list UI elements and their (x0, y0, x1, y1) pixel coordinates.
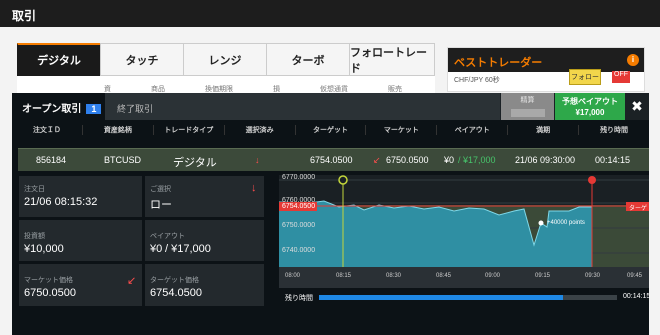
row-expiry: 21/06 09:30:00 (515, 155, 576, 165)
col-market: マーケット (366, 125, 438, 135)
col-expiry: 満期 (508, 125, 580, 135)
x-tick: 09:15 (535, 273, 551, 279)
investment-label: 投資額 (24, 233, 45, 240)
row-asset: BTCUSD (104, 155, 142, 165)
price-chart-svg (279, 175, 649, 288)
choice-value: ロー (150, 199, 172, 211)
remaining-label: 残り時間 (285, 295, 313, 302)
info-icon[interactable]: i (627, 54, 639, 66)
progress-track (319, 295, 617, 300)
overlay-header: オープン取引 1 終了取引 精算 予想ペイアウト ¥17,000 ✖ (12, 93, 649, 120)
best-trader-panel: ベストトレーダー i CHF/JPY 60秒 フォロー OFF (447, 47, 645, 92)
row-target: 6754.0500 (310, 155, 353, 165)
page-title: 取引 (0, 0, 660, 27)
table-header: 注文ＩＤ 資産銘柄 トレードタイプ 選択済み ターゲット マーケット ペイアウト… (12, 121, 649, 139)
col-selected: 選択済み (225, 125, 296, 135)
row-payout-now: ¥0 (444, 155, 455, 165)
order-date-value: 21/06 08:15:32 (24, 196, 98, 208)
x-tick: 08:45 (436, 273, 452, 279)
y-tick: 6740.0000 (282, 247, 316, 254)
investment-value: ¥10,000 (24, 243, 64, 255)
target-price-box: ターゲット価格 6754.0500 (144, 263, 265, 307)
tab-turbo[interactable]: ターボ (266, 43, 350, 76)
tab-range[interactable]: レンジ (183, 43, 267, 76)
open-count-badge: 1 (86, 104, 102, 114)
y-tick: 6770.0000 (282, 174, 316, 181)
tab-follow-trade[interactable]: フォロートレード (349, 43, 435, 76)
down-arrow-icon: ↓ (251, 182, 257, 194)
table-row[interactable]: 856184 BTCUSD デジタル ↓ 6754.0500 ↙ 6750.05… (18, 148, 649, 171)
market-price-value: 6750.0500 (24, 287, 76, 299)
open-trades-label: オープン取引 (22, 104, 82, 115)
payout-value: ¥17,000 (575, 108, 605, 117)
sell-label: 精算 (520, 97, 535, 104)
investment-box: 投資額 ¥10,000 (18, 219, 143, 262)
price-chart[interactable]: 6770.0000 6760.0000 6754.0500 6750.0000 … (279, 174, 649, 288)
y-tick: 6750.0000 (282, 222, 316, 229)
tab-digital[interactable]: デジタル (17, 43, 101, 76)
entry-marker-icon (338, 175, 348, 185)
market-price-label: マーケット価格 (24, 277, 73, 284)
point-label: +40000 points (547, 220, 585, 226)
y-tick-target: 6754.0500 (282, 203, 316, 210)
col-remaining: 残り時間 (600, 127, 629, 134)
x-tick: 08:00 (285, 273, 301, 279)
best-trader-header: ベストトレーダー i (448, 48, 644, 72)
down-left-arrow-icon: ↙ (373, 155, 381, 165)
row-order-id: 856184 (36, 155, 67, 165)
choice-label: ご選択 (150, 186, 171, 193)
col-payout: ペイアウト (437, 125, 509, 135)
payout-box: ペイアウト ¥0 / ¥17,000 (144, 219, 265, 262)
progress-fill (319, 295, 564, 300)
order-date-label: 注文日 (24, 186, 45, 193)
row-market: 6750.0500 (386, 155, 429, 165)
row-payout-max: / ¥17,000 (458, 155, 496, 165)
trade-type-tabs: デジタル タッチ レンジ ターボ フォロートレード (17, 43, 435, 76)
payout-detail-now: ¥0 (150, 243, 163, 255)
order-date-box: 注文日 21/06 08:15:32 (18, 175, 143, 218)
tab-open-trades[interactable]: オープン取引 1 (12, 93, 105, 120)
current-point (538, 220, 544, 226)
x-tick: 09:45 (627, 273, 643, 279)
bell-off-icon[interactable]: OFF (612, 71, 630, 83)
col-target: ターゲット (296, 125, 367, 135)
best-trader-title: ベストトレーダー (454, 57, 543, 69)
trades-overlay: オープン取引 1 終了取引 精算 予想ペイアウト ¥17,000 ✖ 注文ＩＤ 資… (12, 93, 651, 335)
target-tag-label: ターゲ (629, 206, 648, 212)
payout-detail-max: / ¥17,000 (165, 243, 211, 255)
follow-button[interactable]: フォロー (569, 69, 601, 85)
col-order-id: 注文ＩＤ (12, 125, 83, 135)
row-type: デジタル (173, 157, 217, 169)
x-tick: 08:15 (336, 273, 352, 279)
row-remaining: 00:14:15 (595, 155, 631, 165)
col-trade-type: トレードタイプ (154, 125, 225, 135)
tab-touch[interactable]: タッチ (100, 43, 184, 76)
remaining-time-bar: 残り時間 00:14:15 (279, 290, 651, 304)
x-tick: 08:30 (386, 273, 402, 279)
payout-label: 予想ペイアウト (562, 97, 618, 106)
remaining-time: 00:14:15 (623, 293, 651, 300)
tab-closed-trades[interactable]: 終了取引 (105, 93, 500, 120)
market-price-box: マーケット価格 6750.0500 ↙ (18, 263, 143, 307)
x-tick: 09:00 (485, 273, 501, 279)
col-asset: 資産銘柄 (83, 125, 154, 135)
payout-detail-label: ペイアウト (150, 233, 185, 240)
choice-box: ご選択 ロー ↓ (144, 175, 265, 218)
x-tick: 09:30 (585, 273, 601, 279)
sell-button[interactable]: 精算 (501, 93, 554, 120)
target-price-label: ターゲット価格 (150, 277, 199, 284)
target-price-value: 6754.0500 (150, 287, 202, 299)
close-icon[interactable]: ✖ (629, 98, 645, 114)
expiry-marker-icon (588, 176, 596, 184)
payout-button[interactable]: 予想ペイアウト ¥17,000 (555, 93, 625, 120)
best-trader-asset: CHF/JPY 60秒 (454, 77, 500, 84)
down-arrow-icon: ↓ (255, 155, 260, 165)
down-left-arrow-icon: ↙ (127, 275, 137, 287)
sell-value-blur (510, 109, 545, 117)
